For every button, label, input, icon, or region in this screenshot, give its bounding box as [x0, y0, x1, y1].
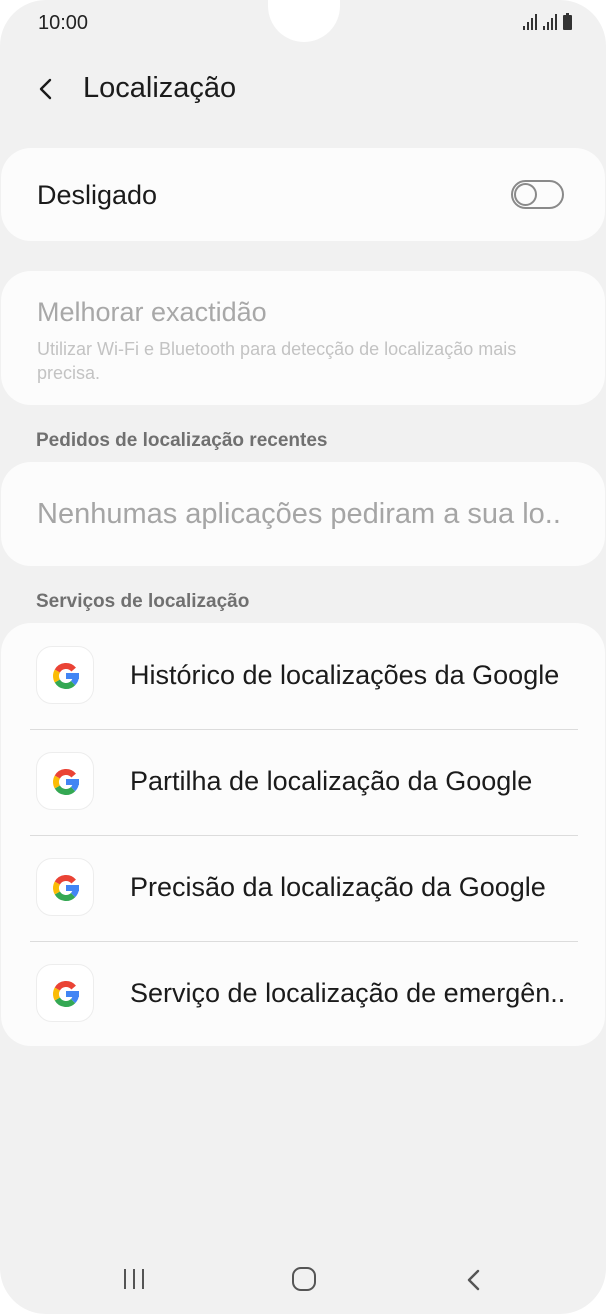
- service-item-label: Partilha de localização da Google: [130, 766, 533, 796]
- switch-knob: [514, 183, 537, 206]
- service-item-label: Serviço de localização de emergên..: [130, 978, 566, 1008]
- google-icon: [36, 752, 94, 810]
- back-icon[interactable]: [462, 1267, 486, 1293]
- service-item-label: Precisão da localização da Google: [130, 872, 546, 902]
- navigation-bar: [0, 1250, 606, 1310]
- service-item-emergency-location-service[interactable]: Serviço de localização de emergên..: [1, 941, 605, 1047]
- signal-2-icon: [543, 14, 557, 30]
- home-icon[interactable]: [292, 1267, 316, 1291]
- improve-accuracy-title: Melhorar exactidão: [37, 297, 267, 327]
- service-item-label: Histórico de localizações da Google: [130, 660, 560, 690]
- location-services-card: Histórico de localizações da Google Part…: [1, 623, 605, 1046]
- google-icon: [36, 646, 94, 704]
- service-item-google-location-sharing[interactable]: Partilha de localização da Google: [1, 729, 605, 835]
- recent-requests-empty-text: Nenhumas aplicações pediram a sua lo..: [37, 498, 561, 530]
- signal-1-icon: [523, 14, 537, 30]
- google-icon: [36, 964, 94, 1022]
- recent-requests-header: Pedidos de localização recentes: [36, 430, 328, 451]
- improve-accuracy-description: Utilizar Wi-Fi e Bluetooth para detecção…: [37, 339, 517, 383]
- location-services-header: Serviços de localização: [36, 591, 250, 612]
- status-bar: 10:00: [0, 0, 606, 46]
- status-icons: [523, 13, 572, 30]
- service-item-google-location-history[interactable]: Histórico de localizações da Google: [1, 623, 605, 729]
- status-time: 10:00: [38, 12, 89, 34]
- service-item-google-location-accuracy[interactable]: Precisão da localização da Google: [1, 835, 605, 941]
- recent-requests-card: Nenhumas aplicações pediram a sua lo..: [1, 462, 605, 566]
- improve-accuracy-row[interactable]: Melhorar exactidão Utilizar Wi-Fi e Blue…: [1, 271, 605, 405]
- page-title: Localização: [83, 72, 237, 104]
- battery-icon: [563, 13, 572, 30]
- back-chevron-icon[interactable]: [32, 74, 62, 104]
- location-switch[interactable]: [511, 180, 564, 209]
- location-toggle-label: Desligado: [37, 180, 158, 210]
- google-icon: [36, 858, 94, 916]
- recents-icon[interactable]: [123, 1269, 147, 1291]
- header: Localização: [0, 62, 606, 118]
- phone-screen: 10:00 Localização Desligado Melhorar exa…: [0, 0, 606, 1314]
